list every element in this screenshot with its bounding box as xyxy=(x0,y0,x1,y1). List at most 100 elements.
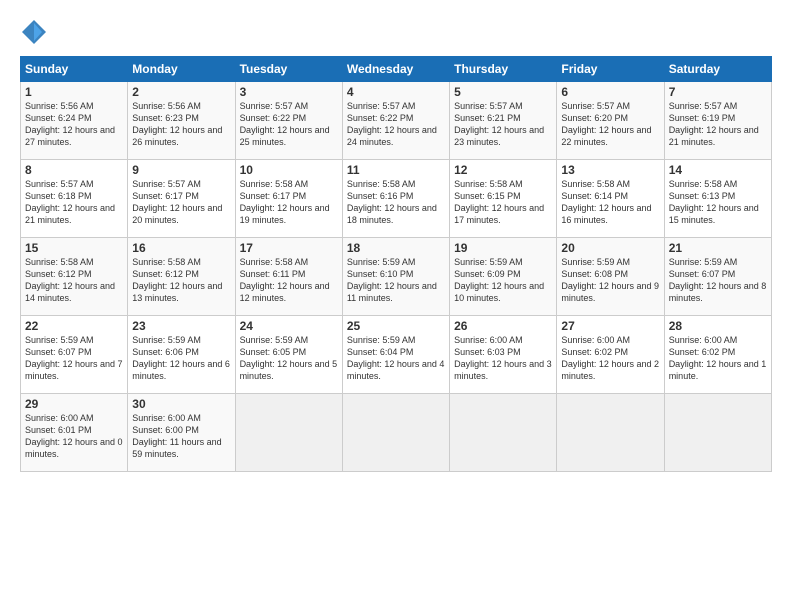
day-info: Sunrise: 5:58 AMSunset: 6:17 PMDaylight:… xyxy=(240,178,338,227)
sunset-text: Sunset: 6:22 PM xyxy=(240,113,307,123)
day-number: 20 xyxy=(561,241,659,255)
day-info: Sunrise: 6:00 AMSunset: 6:01 PMDaylight:… xyxy=(25,412,123,461)
column-header-monday: Monday xyxy=(128,57,235,82)
sunrise-text: Sunrise: 5:59 AM xyxy=(347,335,416,345)
calendar-cell: 25 Sunrise: 5:59 AM Sunset: 6:04 PM Dayligh… xyxy=(342,316,449,394)
sunset-text: Sunset: 6:07 PM xyxy=(669,269,736,279)
day-info: Sunrise: 5:57 AMSunset: 6:22 PMDaylight:… xyxy=(347,100,445,149)
daylight-text: Daylight: 11 hours and 59 minutes. xyxy=(132,437,221,459)
day-number: 27 xyxy=(561,319,659,333)
day-info: Sunrise: 5:58 AM Sunset: 6:15 PM Daylight:… xyxy=(454,178,552,227)
daylight-text: Daylight: 12 hours and 15 minutes. xyxy=(669,203,759,225)
calendar-cell xyxy=(235,394,342,472)
day-info: Sunrise: 5:58 AMSunset: 6:14 PMDaylight:… xyxy=(561,178,659,227)
day-number: 21 xyxy=(669,241,767,255)
daylight-text: Daylight: 12 hours and 24 minutes. xyxy=(347,125,437,147)
calendar-cell: 18Sunrise: 5:59 AMSunset: 6:10 PMDayligh… xyxy=(342,238,449,316)
calendar-week-row: 22Sunrise: 5:59 AMSunset: 6:07 PMDayligh… xyxy=(21,316,772,394)
day-number: 28 xyxy=(669,319,767,333)
day-info: Sunrise: 5:58 AMSunset: 6:11 PMDaylight:… xyxy=(240,256,338,305)
daylight-text: Daylight: 12 hours and 11 minutes. xyxy=(347,281,437,303)
sunset-text: Sunset: 6:02 PM xyxy=(669,347,736,357)
daylight-text: Daylight: 12 hours and 2 minutes. xyxy=(561,359,659,381)
sunrise-text: Sunrise: 5:58 AM xyxy=(25,257,94,267)
calendar-cell: 17Sunrise: 5:58 AMSunset: 6:11 PMDayligh… xyxy=(235,238,342,316)
calendar-cell: 12 Sunrise: 5:58 AM Sunset: 6:15 PM Dayligh… xyxy=(450,160,557,238)
sunrise-text: Sunrise: 5:57 AM xyxy=(669,101,738,111)
sunrise-text: Sunrise: 5:56 AM xyxy=(25,101,94,111)
day-info: Sunrise: 5:58 AMSunset: 6:12 PMDaylight:… xyxy=(25,256,123,305)
day-info: Sunrise: 5:57 AMSunset: 6:18 PMDaylight:… xyxy=(25,178,123,227)
day-number: 9 xyxy=(132,163,230,177)
sunset-text: Sunset: 6:06 PM xyxy=(132,347,199,357)
day-number: 13 xyxy=(561,163,659,177)
column-header-thursday: Thursday xyxy=(450,57,557,82)
day-info: Sunrise: 5:57 AMSunset: 6:19 PMDaylight:… xyxy=(669,100,767,149)
sunset-text: Sunset: 6:02 PM xyxy=(561,347,628,357)
calendar-cell: 3 Sunrise: 5:57 AM Sunset: 6:22 PM Daylight… xyxy=(235,82,342,160)
day-info: Sunrise: 5:59 AMSunset: 6:08 PMDaylight:… xyxy=(561,256,659,305)
sunset-text: Sunset: 6:20 PM xyxy=(561,113,628,123)
sunset-text: Sunset: 6:04 PM xyxy=(347,347,414,357)
calendar-cell: 5 Sunrise: 5:57 AM Sunset: 6:21 PM Daylight… xyxy=(450,82,557,160)
daylight-text: Daylight: 12 hours and 17 minutes. xyxy=(454,203,544,225)
calendar-cell xyxy=(557,394,664,472)
sunset-text: Sunset: 6:19 PM xyxy=(669,113,736,123)
day-number: 12 xyxy=(454,163,552,177)
daylight-text: Daylight: 12 hours and 4 minutes. xyxy=(347,359,445,381)
sunrise-text: Sunrise: 5:59 AM xyxy=(132,335,201,345)
day-number: 25 xyxy=(347,319,445,333)
calendar-cell: 1Sunrise: 5:56 AMSunset: 6:24 PMDaylight… xyxy=(21,82,128,160)
sunset-text: Sunset: 6:23 PM xyxy=(132,113,199,123)
calendar-week-row: 29Sunrise: 6:00 AMSunset: 6:01 PMDayligh… xyxy=(21,394,772,472)
calendar-cell: 28Sunrise: 6:00 AMSunset: 6:02 PMDayligh… xyxy=(664,316,771,394)
calendar-cell: 10Sunrise: 5:58 AMSunset: 6:17 PMDayligh… xyxy=(235,160,342,238)
sunset-text: Sunset: 6:03 PM xyxy=(454,347,521,357)
day-info: Sunrise: 5:56 AMSunset: 6:23 PMDaylight:… xyxy=(132,100,230,149)
sunrise-text: Sunrise: 5:58 AM xyxy=(454,179,523,189)
calendar-week-row: 15Sunrise: 5:58 AMSunset: 6:12 PMDayligh… xyxy=(21,238,772,316)
calendar-cell: 14Sunrise: 5:58 AMSunset: 6:13 PMDayligh… xyxy=(664,160,771,238)
day-info: Sunrise: 5:58 AMSunset: 6:13 PMDaylight:… xyxy=(669,178,767,227)
calendar-cell: 24Sunrise: 5:59 AMSunset: 6:05 PMDayligh… xyxy=(235,316,342,394)
sunset-text: Sunset: 6:14 PM xyxy=(561,191,628,201)
daylight-text: Daylight: 12 hours and 5 minutes. xyxy=(240,359,338,381)
sunset-text: Sunset: 6:09 PM xyxy=(454,269,521,279)
sunset-text: Sunset: 6:21 PM xyxy=(454,113,521,123)
sunset-text: Sunset: 6:11 PM xyxy=(240,269,306,279)
day-number: 17 xyxy=(240,241,338,255)
sunrise-text: Sunrise: 5:58 AM xyxy=(240,257,309,267)
daylight-text: Daylight: 12 hours and 10 minutes. xyxy=(454,281,544,303)
day-number: 19 xyxy=(454,241,552,255)
calendar-cell: 30Sunrise: 6:00 AMSunset: 6:00 PMDayligh… xyxy=(128,394,235,472)
sunrise-text: Sunrise: 6:00 AM xyxy=(454,335,523,345)
daylight-text: Daylight: 12 hours and 18 minutes. xyxy=(347,203,437,225)
sunrise-text: Sunrise: 5:57 AM xyxy=(454,101,523,111)
column-header-saturday: Saturday xyxy=(664,57,771,82)
day-info: Sunrise: 5:59 AMSunset: 6:10 PMDaylight:… xyxy=(347,256,445,305)
sunset-text: Sunset: 6:18 PM xyxy=(25,191,92,201)
day-number: 3 xyxy=(240,85,338,99)
sunrise-text: Sunrise: 5:58 AM xyxy=(132,257,201,267)
daylight-text: Daylight: 12 hours and 6 minutes. xyxy=(132,359,230,381)
column-header-friday: Friday xyxy=(557,57,664,82)
calendar-cell: 7Sunrise: 5:57 AMSunset: 6:19 PMDaylight… xyxy=(664,82,771,160)
day-number: 5 xyxy=(454,85,552,99)
calendar-cell: 6Sunrise: 5:57 AMSunset: 6:20 PMDaylight… xyxy=(557,82,664,160)
day-info: Sunrise: 5:59 AMSunset: 6:07 PMDaylight:… xyxy=(669,256,767,305)
sunset-text: Sunset: 6:15 PM xyxy=(454,191,521,201)
daylight-text: Daylight: 12 hours and 13 minutes. xyxy=(132,281,222,303)
column-header-tuesday: Tuesday xyxy=(235,57,342,82)
sunset-text: Sunset: 6:17 PM xyxy=(132,191,199,201)
day-info: Sunrise: 5:58 AMSunset: 6:12 PMDaylight:… xyxy=(132,256,230,305)
daylight-text: Daylight: 12 hours and 23 minutes. xyxy=(454,125,544,147)
day-info: Sunrise: 6:00 AMSunset: 6:03 PMDaylight:… xyxy=(454,334,552,383)
daylight-text: Daylight: 12 hours and 19 minutes. xyxy=(240,203,330,225)
day-number: 15 xyxy=(25,241,123,255)
column-header-wednesday: Wednesday xyxy=(342,57,449,82)
sunset-text: Sunset: 6:17 PM xyxy=(240,191,307,201)
sunrise-text: Sunrise: 5:57 AM xyxy=(240,101,309,111)
day-number: 2 xyxy=(132,85,230,99)
daylight-text: Daylight: 12 hours and 27 minutes. xyxy=(25,125,115,147)
daylight-text: Daylight: 12 hours and 25 minutes. xyxy=(240,125,330,147)
